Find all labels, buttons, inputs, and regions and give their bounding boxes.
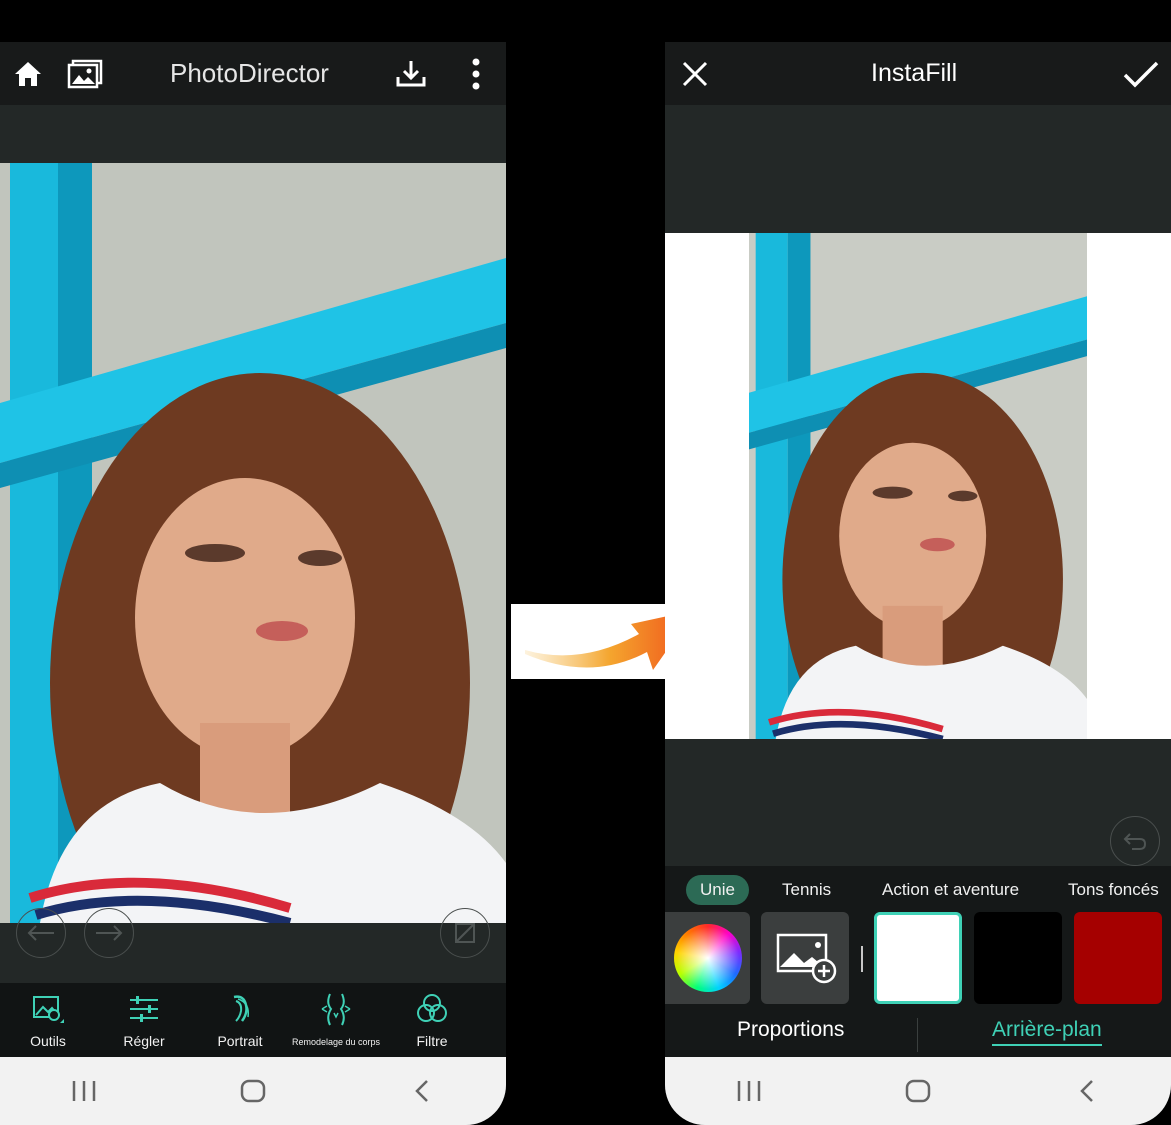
tab-unie[interactable]: Unie (686, 875, 749, 905)
tool-filtre[interactable]: Filtre (384, 991, 480, 1055)
mode-tabs: Proportions Arrière-plan (665, 1012, 1171, 1058)
instafill-screen: InstaFill Unie Tennis Action et aventure… (665, 42, 1171, 1125)
download-icon[interactable] (393, 56, 429, 92)
recents-icon[interactable] (54, 1071, 114, 1111)
system-nav-bar (665, 1057, 1171, 1125)
tool-label: Filtre (416, 1033, 448, 1049)
background-category-tabs: Unie Tennis Action et aventure Tons fonc… (665, 866, 1171, 912)
tool-label: Régler (123, 1033, 165, 1049)
portrait-icon (233, 995, 250, 1022)
arrow-icon (525, 610, 695, 670)
color-wheel-icon (673, 924, 742, 992)
back-icon[interactable] (392, 1071, 452, 1111)
confirm-check-icon[interactable] (1121, 56, 1161, 92)
tab-divider (917, 1018, 918, 1052)
tool-label: Portrait (217, 1033, 263, 1049)
tab-arriere-plan[interactable]: Arrière-plan (992, 1018, 1102, 1046)
tool-portrait[interactable]: Portrait (192, 991, 288, 1055)
portrait-photo-filled[interactable] (749, 233, 1087, 739)
app-bar: PhotoDirector (0, 42, 506, 105)
tab-action-aventure[interactable]: Action et aventure (882, 875, 1019, 905)
gallery-icon[interactable] (66, 56, 104, 92)
tab-proportions[interactable]: Proportions (737, 1018, 844, 1042)
sliders-icon (130, 996, 158, 1022)
color-picker-button[interactable] (665, 912, 750, 1004)
filter-icon (417, 994, 447, 1022)
app-title: PhotoDirector (170, 58, 329, 88)
swatch-white[interactable] (874, 912, 962, 1004)
app-bar: InstaFill (665, 42, 1171, 105)
tools-image-icon (33, 996, 64, 1023)
tool-label: Remodelage du corps (291, 1037, 381, 1047)
undo-button[interactable] (16, 908, 66, 958)
home-nav-icon[interactable] (888, 1071, 948, 1111)
tab-tons-fonces[interactable]: Tons foncés (1068, 875, 1159, 905)
close-icon[interactable] (677, 56, 713, 92)
home-icon[interactable] (10, 56, 46, 92)
system-nav-bar (0, 1057, 506, 1125)
swatch-divider (861, 946, 863, 972)
tab-tennis[interactable]: Tennis (782, 875, 831, 905)
screen-title: InstaFill (871, 59, 958, 87)
more-options-icon[interactable] (462, 56, 490, 92)
add-image-button[interactable] (761, 912, 849, 1004)
swatch-black[interactable] (974, 912, 1062, 1004)
body-reshape-icon (321, 993, 351, 1026)
editing-toolbar: Outils Régler Portrait Remodelage du cor… (0, 983, 506, 1057)
recents-icon[interactable] (719, 1071, 779, 1111)
add-image-icon (776, 933, 837, 984)
tool-remodelage[interactable]: Remodelage du corps (288, 991, 384, 1055)
compare-button[interactable] (440, 908, 490, 958)
portrait-photo[interactable] (0, 163, 506, 923)
undo-button[interactable] (1110, 816, 1160, 866)
background-swatches (665, 912, 1171, 1012)
home-nav-icon[interactable] (223, 1071, 283, 1111)
tool-outils[interactable]: Outils (0, 991, 96, 1055)
tool-regler[interactable]: Régler (96, 991, 192, 1055)
tool-label: Outils (30, 1033, 66, 1049)
redo-button[interactable] (84, 908, 134, 958)
photodirector-screen: PhotoDirector Outils Régler Portrait Rem… (0, 42, 506, 1125)
swatch-red[interactable] (1074, 912, 1162, 1004)
back-icon[interactable] (1057, 1071, 1117, 1111)
transition-arrow (511, 604, 695, 679)
